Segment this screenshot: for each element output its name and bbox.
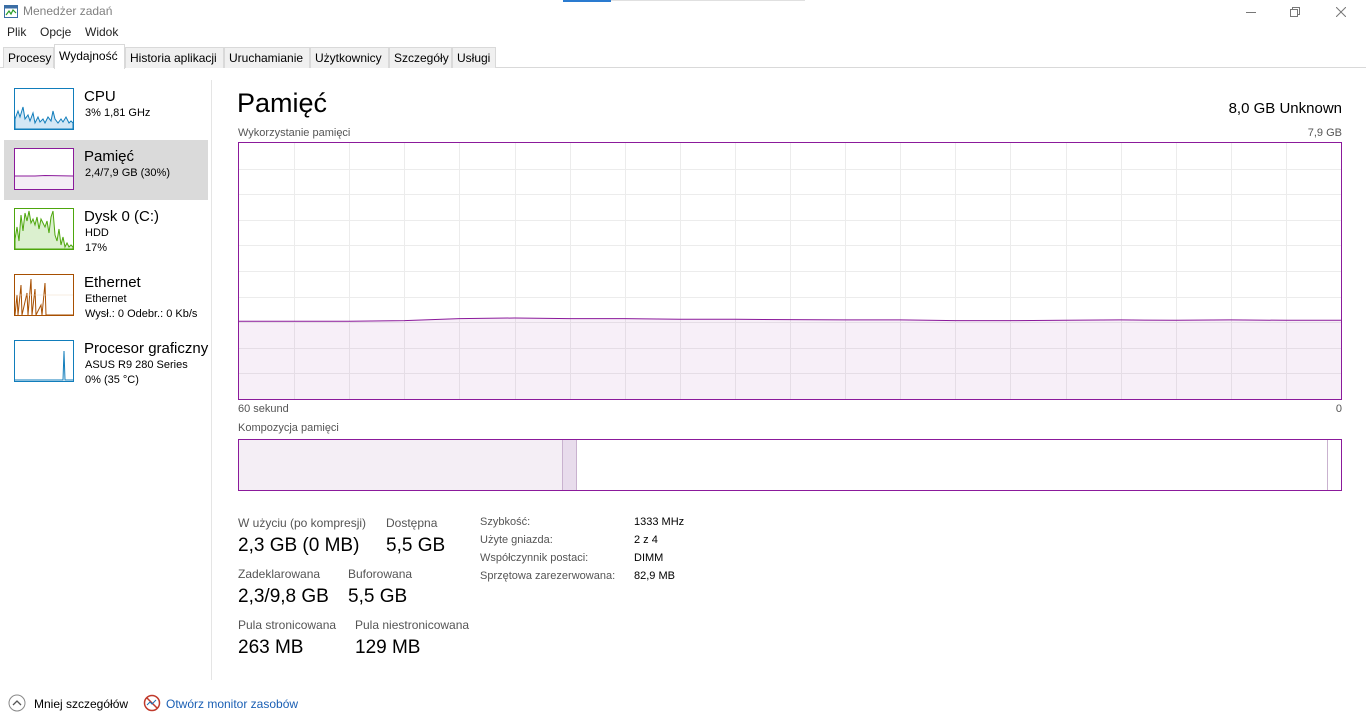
tab-performance[interactable]: Wydajność bbox=[54, 44, 125, 69]
committed-label: Zadeklarowana bbox=[238, 567, 321, 581]
restore-icon bbox=[1290, 7, 1300, 17]
restore-button[interactable] bbox=[1272, 0, 1318, 24]
memory-usage-area bbox=[239, 318, 1341, 399]
sidebar-ethernet-name: Ethernet bbox=[84, 274, 141, 291]
composition-label: Kompozycja pamięci bbox=[238, 422, 339, 434]
hardware-reserved-value: 82,9 MB bbox=[634, 570, 675, 582]
sidebar-item-cpu[interactable]: CPU 3% 1,81 GHz bbox=[4, 80, 208, 140]
speed-value: 1333 MHz bbox=[634, 516, 685, 528]
form-factor-label: Współczynnik postaci: bbox=[480, 552, 589, 564]
menu-options[interactable]: Opcje bbox=[40, 25, 71, 39]
usage-graph-max: 7,9 GB bbox=[1307, 127, 1342, 139]
sidebar-item-gpu[interactable]: Procesor graficzny ASUS R9 280 Series 0%… bbox=[4, 332, 208, 392]
ethernet-recv-value: 0 Kb/s bbox=[166, 308, 198, 320]
composition-free-divider bbox=[1327, 440, 1328, 490]
sidebar-item-ethernet[interactable]: Ethernet Ethernet Wysł.: 0 Odebr.: 0 Kb/… bbox=[4, 266, 208, 326]
available-value: 5,5 GB bbox=[386, 535, 446, 556]
title-bar: Menedżer zadań bbox=[0, 0, 1366, 24]
cached-value: 5,5 GB bbox=[348, 586, 408, 607]
nonpaged-pool-label: Pula niestronicowana bbox=[355, 618, 470, 632]
sidebar-ethernet-adapter: Ethernet bbox=[85, 293, 127, 305]
speed-label: Szybkość: bbox=[480, 516, 531, 528]
tab-processes[interactable]: Procesy bbox=[3, 47, 54, 68]
ethernet-send-label: Wysł.: bbox=[85, 308, 115, 320]
slots-label: Użyte gniazda: bbox=[480, 534, 553, 546]
tab-services[interactable]: Usługi bbox=[452, 47, 496, 68]
composition-in-use-segment[interactable] bbox=[239, 440, 563, 490]
close-button[interactable] bbox=[1318, 0, 1364, 24]
graph-series bbox=[239, 317, 1341, 399]
resource-sidebar: CPU 3% 1,81 GHz Pamięć 2,4/7,9 GB (30%) … bbox=[0, 80, 212, 680]
form-factor-value: DIMM bbox=[634, 552, 664, 564]
cpu-thumbnail-graph bbox=[14, 88, 74, 130]
committed-value: 2,3/9,8 GB bbox=[238, 586, 329, 607]
tab-strip: Procesy Wydajność Historia aplikacji Uru… bbox=[0, 44, 1366, 69]
title-accent-line bbox=[611, 0, 805, 1]
slots-value: 2 z 4 bbox=[634, 534, 658, 546]
menu-view[interactable]: Widok bbox=[85, 25, 118, 39]
graph-x-right-label: 0 bbox=[1335, 403, 1342, 415]
graph-x-left-label: 60 sekund bbox=[238, 403, 289, 415]
sidebar-item-memory[interactable]: Pamięć 2,4/7,9 GB (30%) bbox=[4, 140, 208, 200]
open-resource-monitor-link[interactable]: Otwórz monitor zasobów bbox=[166, 697, 298, 711]
minimize-icon bbox=[1246, 12, 1256, 13]
disk-thumbnail-graph bbox=[14, 208, 74, 250]
composition-modified-segment[interactable] bbox=[563, 440, 577, 490]
sidebar-disk-name: Dysk 0 (C:) bbox=[84, 208, 159, 225]
sidebar-item-disk[interactable]: Dysk 0 (C:) HDD 17% bbox=[4, 200, 208, 260]
close-icon bbox=[1336, 7, 1346, 17]
resource-monitor-icon[interactable] bbox=[143, 694, 161, 712]
in-use-label: W użyciu (po kompresji) bbox=[238, 516, 367, 530]
minimize-button[interactable] bbox=[1228, 0, 1274, 24]
hardware-reserved-label: Sprzętowa zarezerwowana: bbox=[480, 570, 616, 582]
memory-usage-chart bbox=[239, 143, 1341, 399]
sidebar-disk-type: HDD bbox=[85, 227, 109, 239]
memory-capacity-spec: 8,0 GB Unknown bbox=[1228, 100, 1342, 117]
tab-details[interactable]: Szczegóły bbox=[389, 47, 452, 68]
gpu-thumbnail-graph bbox=[14, 340, 74, 382]
sidebar-disk-usage: 17% bbox=[85, 242, 108, 254]
sidebar-gpu-name: Procesor graficzny bbox=[84, 340, 209, 357]
menu-bar: Plik Opcje Widok bbox=[0, 24, 1366, 42]
chevron-up-icon[interactable] bbox=[8, 694, 26, 712]
ethernet-recv-label: Odebr.: bbox=[127, 308, 164, 320]
paged-pool-label: Pula stronicowana bbox=[238, 618, 337, 632]
memory-thumbnail-graph bbox=[14, 148, 74, 190]
ethernet-send-value: 0 bbox=[117, 308, 125, 320]
page-title: Pamięć bbox=[237, 88, 328, 118]
sidebar-ethernet-throughput: Wysł.: 0 Odebr.: 0 Kb/s bbox=[85, 308, 197, 320]
sidebar-gpu-usage: 0% (35 °C) bbox=[85, 374, 139, 386]
ethernet-thumbnail-graph bbox=[14, 274, 74, 316]
available-label: Dostępna bbox=[386, 516, 438, 530]
fewer-details-button[interactable]: Mniej szczegółów bbox=[34, 697, 128, 711]
sidebar-memory-usage: 2,4/7,9 GB (30%) bbox=[85, 167, 170, 179]
menu-file[interactable]: Plik bbox=[7, 25, 26, 39]
tab-users[interactable]: Użytkownicy bbox=[310, 47, 389, 68]
tab-startup[interactable]: Uruchamianie bbox=[224, 47, 310, 68]
tab-app-history[interactable]: Historia aplikacji bbox=[125, 47, 224, 68]
sidebar-gpu-model: ASUS R9 280 Series bbox=[85, 359, 188, 371]
window-title: Menedżer zadań bbox=[23, 4, 113, 18]
paged-pool-value: 263 MB bbox=[238, 637, 304, 658]
nonpaged-pool-value: 129 MB bbox=[355, 637, 421, 658]
sidebar-cpu-name: CPU bbox=[84, 88, 116, 105]
sidebar-cpu-usage: 3% 1,81 GHz bbox=[85, 107, 151, 119]
in-use-value: 2,3 GB (0 MB) bbox=[238, 535, 360, 556]
task-manager-icon bbox=[4, 5, 18, 18]
title-accent bbox=[563, 0, 611, 2]
cached-label: Buforowana bbox=[348, 567, 413, 581]
footer-bar: Mniej szczegółów Otwórz monitor zasobów bbox=[0, 690, 1366, 718]
memory-usage-graph bbox=[238, 142, 1342, 400]
memory-composition-bar bbox=[238, 439, 1342, 491]
usage-graph-label: Wykorzystanie pamięci bbox=[238, 127, 351, 139]
sidebar-memory-name: Pamięć bbox=[84, 148, 135, 165]
